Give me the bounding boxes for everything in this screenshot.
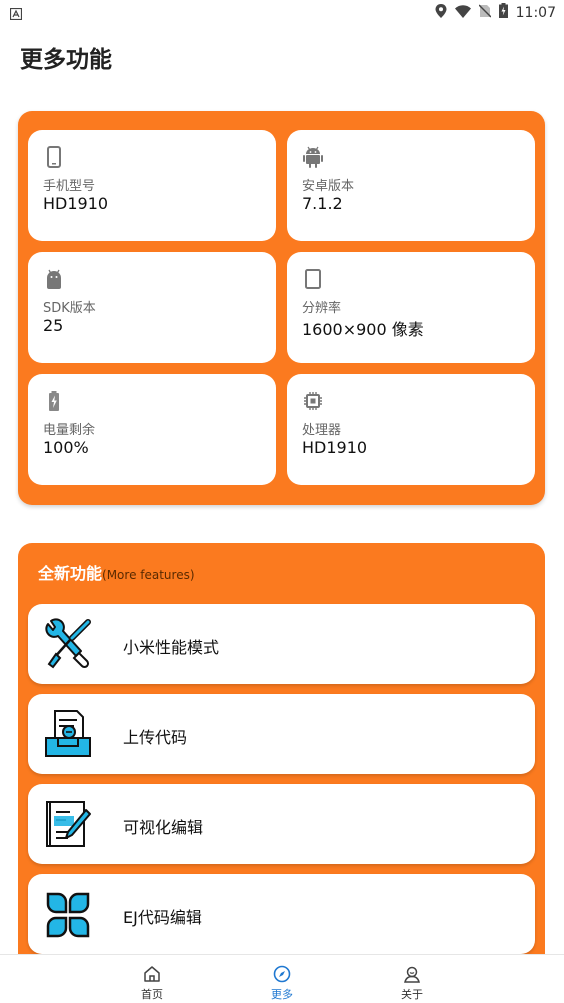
info-tile-battery[interactable]: 电量剩余 100% (28, 374, 276, 485)
nav-item-more[interactable]: 更多 (252, 959, 312, 1003)
tile-label: 分辨率 (302, 301, 342, 316)
feature-item-upload-code[interactable]: 上传代码 (28, 694, 535, 774)
visual-edit-icon (44, 798, 92, 850)
bottom-navigation: 首页 更多 关于 (0, 954, 564, 1003)
nav-label: 关于 (401, 988, 423, 1001)
no-sim-icon (478, 3, 492, 22)
nav-item-home[interactable]: 首页 (122, 959, 182, 1003)
nav-item-about[interactable]: 关于 (382, 959, 442, 1003)
feature-item-visual-edit[interactable]: 可视化编辑 (28, 784, 535, 864)
feature-label: EJ代码编辑 (123, 908, 202, 927)
feature-label: 上传代码 (123, 728, 188, 747)
features-heading-title: 全新功能 (38, 564, 103, 583)
status-time: 11:07 (515, 4, 556, 21)
info-tile-model[interactable]: 手机型号 HD1910 (28, 130, 276, 241)
notification-icon (9, 5, 23, 24)
compass-icon (273, 965, 291, 983)
nav-label: 首页 (141, 988, 163, 1001)
tile-value: 100% (43, 438, 89, 457)
info-tile-resolution[interactable]: 分辨率 1600×900 像素 (287, 252, 535, 363)
person-icon (403, 965, 421, 983)
info-tile-processor[interactable]: 处理器 HD1910 (287, 374, 535, 485)
tile-value: 1600×900 像素 (302, 320, 424, 339)
info-tile-android-version[interactable]: 安卓版本 7.1.2 (287, 130, 535, 241)
page-title: 更多功能 (20, 47, 112, 73)
tile-value: HD1910 (43, 194, 109, 213)
tools-icon (44, 618, 92, 670)
feature-label: 小米性能模式 (123, 638, 220, 657)
tile-value: 25 (43, 316, 64, 335)
feature-item-performance-mode[interactable]: 小米性能模式 (28, 604, 535, 684)
tile-value: 7.1.2 (302, 194, 343, 213)
tile-label: 电量剩余 (43, 423, 96, 438)
nav-label: 更多 (271, 988, 293, 1001)
tile-value: HD1910 (302, 438, 368, 457)
battery-icon (44, 390, 64, 412)
android-head-icon (44, 268, 64, 290)
device-info-panel: 手机型号 HD1910 安卓版本 7.1.2 SDK版本 25 分辨率 1600… (18, 111, 545, 505)
grid-icon (44, 888, 92, 940)
info-tile-sdk[interactable]: SDK版本 25 (28, 252, 276, 363)
wifi-icon (454, 3, 471, 22)
tile-label: 手机型号 (43, 179, 96, 194)
upload-code-icon (44, 708, 92, 760)
battery-status-icon (498, 3, 508, 22)
feature-item-ej-code-edit[interactable]: EJ代码编辑 (28, 874, 535, 954)
tile-label: SDK版本 (43, 301, 96, 316)
tile-label: 处理器 (302, 423, 342, 438)
chip-icon (303, 390, 323, 412)
phone-icon (44, 146, 64, 168)
android-icon (303, 146, 323, 168)
location-icon (435, 3, 447, 22)
features-heading-subtitle: (More features) (102, 568, 195, 582)
screen-icon (303, 268, 323, 290)
features-panel: 全新功能(More features) 小米性能模式 上传代码 可视化编辑 EJ… (18, 543, 545, 963)
feature-label: 可视化编辑 (123, 818, 204, 837)
status-bar: 11:07 (0, 0, 564, 24)
tile-label: 安卓版本 (302, 179, 355, 194)
home-icon (143, 965, 161, 983)
features-heading: 全新功能(More features) (38, 560, 195, 584)
